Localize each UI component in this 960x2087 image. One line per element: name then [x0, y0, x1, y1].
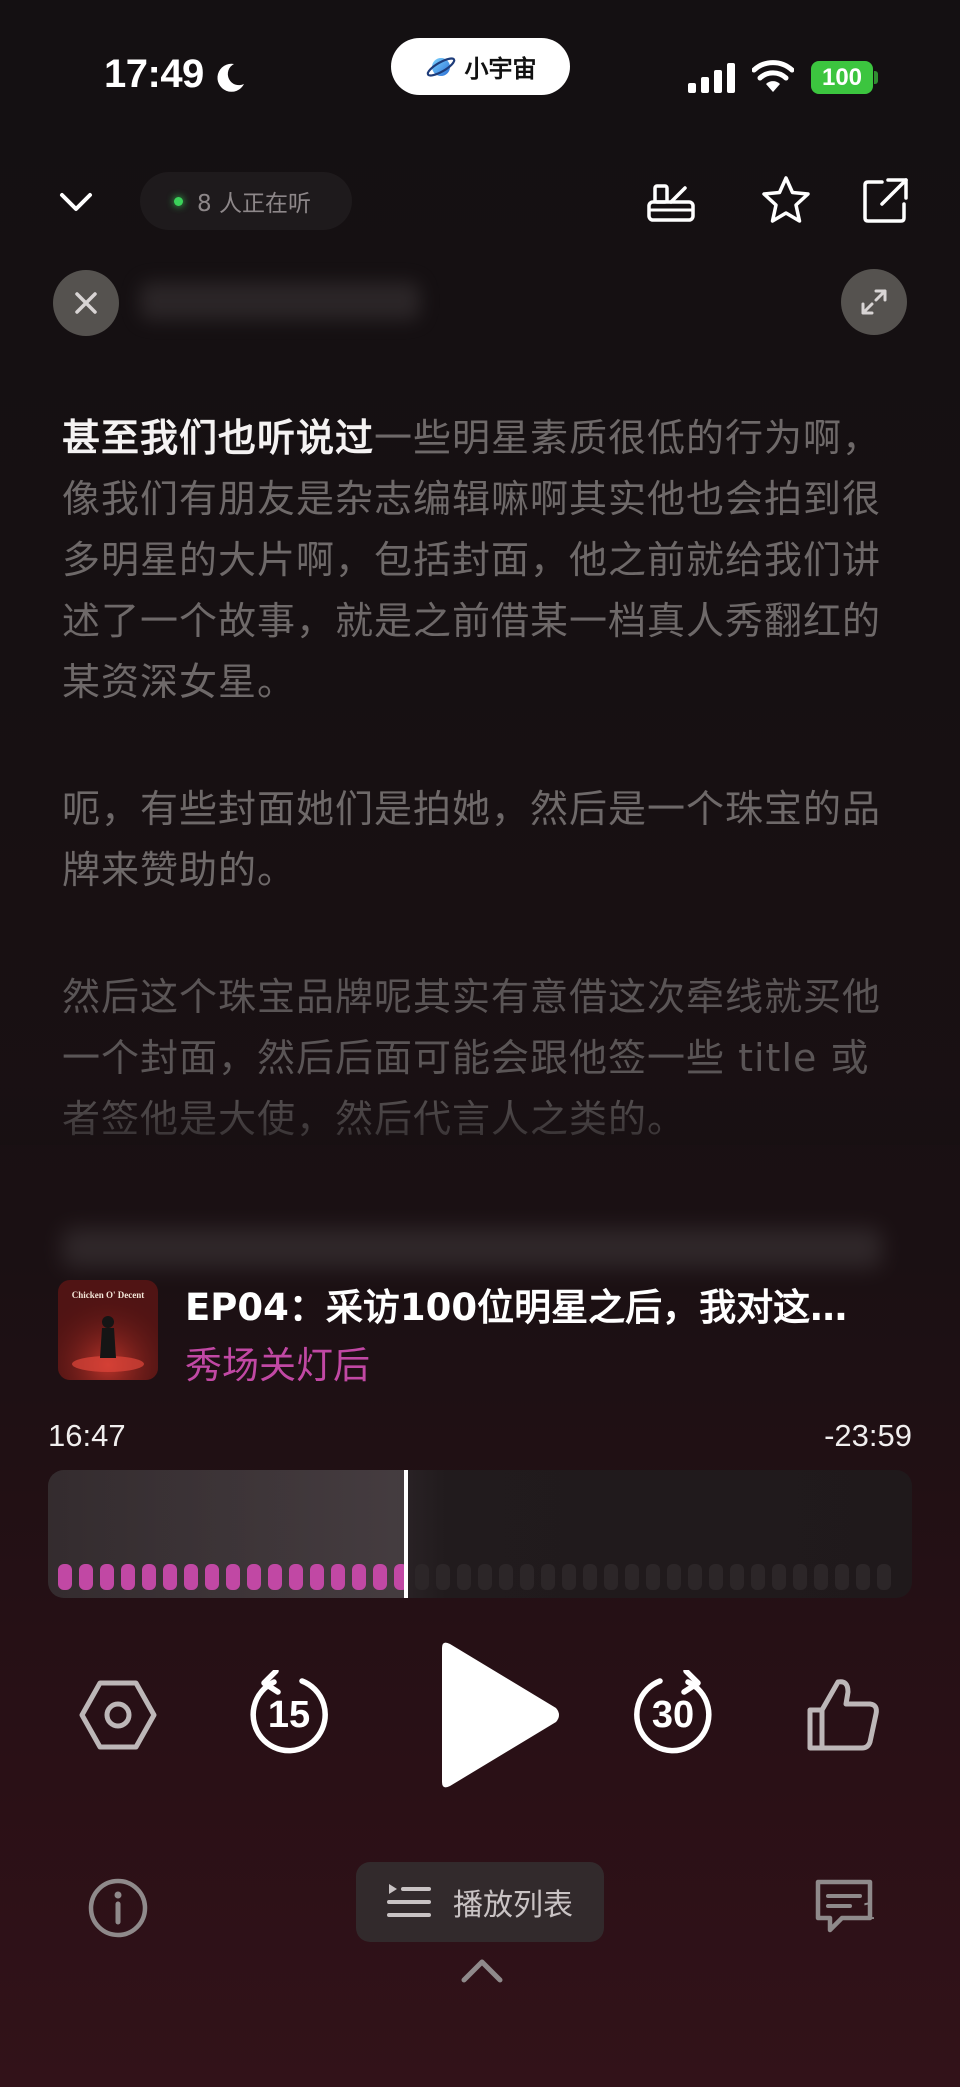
- episode-title[interactable]: EP04：采访100位明星之后，我对这…: [185, 1277, 900, 1331]
- blurred-caption: [140, 282, 420, 320]
- close-icon: [75, 292, 97, 314]
- waveform-bar: [751, 1564, 765, 1590]
- rewind-seconds: 15: [267, 1694, 311, 1736]
- close-transcript-button[interactable]: [53, 270, 119, 336]
- cover-text: Chicken O' Decent: [72, 1290, 145, 1300]
- waveform-bar: [436, 1564, 450, 1590]
- play-icon[interactable]: [432, 1640, 562, 1790]
- blurred-transcript-line: [62, 1228, 882, 1268]
- waveform-bar: [268, 1564, 282, 1590]
- waveform-bar: [562, 1564, 576, 1590]
- waveform-bar: [79, 1564, 93, 1590]
- playlist-button[interactable]: 播放列表: [356, 1862, 604, 1942]
- waveform-bar: [583, 1564, 597, 1590]
- waveform-bar: [100, 1564, 114, 1590]
- waveform-bar: [793, 1564, 807, 1590]
- waveform-bar: [667, 1564, 681, 1590]
- rewind-15-button[interactable]: 15: [244, 1670, 334, 1760]
- info-icon[interactable]: [86, 1876, 150, 1940]
- waveform-bar: [772, 1564, 786, 1590]
- cover-art: Chicken O' Decent: [58, 1280, 158, 1380]
- episode-cover[interactable]: Chicken O' Decent: [58, 1280, 158, 1380]
- waveform-bar: [352, 1564, 366, 1590]
- settings-hexagon-icon[interactable]: [76, 1673, 160, 1757]
- waveform-bar: [520, 1564, 534, 1590]
- chevron-up-icon[interactable]: [458, 1952, 506, 1988]
- share-icon[interactable]: [860, 174, 912, 226]
- waveform-bar: [289, 1564, 303, 1590]
- listeners-badge: 8 人正在听: [140, 172, 352, 230]
- waveform-bar: [835, 1564, 849, 1590]
- moon-icon: [217, 63, 244, 92]
- waveform-bar: [58, 1564, 72, 1590]
- waveform-bar: [856, 1564, 870, 1590]
- wifi-icon: [752, 60, 794, 92]
- waveform-bar: [163, 1564, 177, 1590]
- waveform-bar: [478, 1564, 492, 1590]
- waveform-bar: [709, 1564, 723, 1590]
- show-name[interactable]: 秀场关灯后: [185, 1335, 370, 1389]
- waveform-scrubber[interactable]: [48, 1470, 912, 1598]
- battery-tip: [874, 71, 878, 84]
- transcript-fade: [0, 1085, 960, 1145]
- waveform-bar: [142, 1564, 156, 1590]
- waveform-bar: [331, 1564, 345, 1590]
- expand-button[interactable]: [841, 269, 907, 335]
- comment-count: 1: [862, 1900, 876, 1925]
- forward-seconds: 30: [651, 1694, 695, 1736]
- star-icon[interactable]: [760, 174, 812, 226]
- waveform-bar: [310, 1564, 324, 1590]
- thumbs-up-icon[interactable]: [800, 1672, 884, 1756]
- waveform-bar: [373, 1564, 387, 1590]
- elapsed-time: 16:47: [48, 1418, 126, 1453]
- waveform-bar: [814, 1564, 828, 1590]
- waveform-bar: [541, 1564, 555, 1590]
- cellular-signal-icon: [688, 63, 735, 93]
- waveform-bar: [247, 1564, 261, 1590]
- live-dot: [174, 196, 183, 206]
- desk-lamp-icon[interactable]: [645, 176, 697, 228]
- playlist-icon: [387, 1884, 431, 1917]
- waveform-bar: [415, 1564, 429, 1590]
- waveform-bar: [625, 1564, 639, 1590]
- forward-30-button[interactable]: 30: [628, 1670, 718, 1760]
- remaining-time: -23:59: [824, 1418, 912, 1453]
- waveform-bar: [877, 1564, 891, 1590]
- listeners-count: 8 人正在听: [197, 191, 311, 217]
- expand-icon: [861, 289, 887, 315]
- playlist-label: 播放列表: [453, 1888, 573, 1923]
- battery-indicator: 100: [811, 61, 873, 94]
- waveform-bar: [604, 1564, 618, 1590]
- waveform-bar: [730, 1564, 744, 1590]
- waveform-bar: [499, 1564, 513, 1590]
- transcript-paragraph[interactable]: 呃，有些封面她们是拍她，然后是一个珠宝的品牌来赞助的。: [62, 779, 892, 901]
- waveform-bar: [226, 1564, 240, 1590]
- waveform-bar: [121, 1564, 135, 1590]
- waveform-bar: [205, 1564, 219, 1590]
- current-phrase: 甚至我们也听说过: [62, 416, 375, 460]
- waveform-bar: [457, 1564, 471, 1590]
- playhead[interactable]: [404, 1470, 408, 1598]
- waveform-bar: [646, 1564, 660, 1590]
- app-pill-label: 小宇宙: [464, 55, 537, 83]
- waveform-bar: [688, 1564, 702, 1590]
- chevron-down-icon[interactable]: [56, 182, 96, 222]
- app-pill[interactable]: 小宇宙: [391, 38, 570, 95]
- planet-icon: [426, 56, 455, 77]
- status-time: 17:49: [104, 52, 204, 96]
- waveform-bar: [184, 1564, 198, 1590]
- transcript-paragraph[interactable]: 甚至我们也听说过一些明星素质很低的行为啊，像我们有朋友是杂志编辑嘛啊其实他也会拍…: [62, 408, 892, 713]
- waveform-bars: [58, 1564, 891, 1590]
